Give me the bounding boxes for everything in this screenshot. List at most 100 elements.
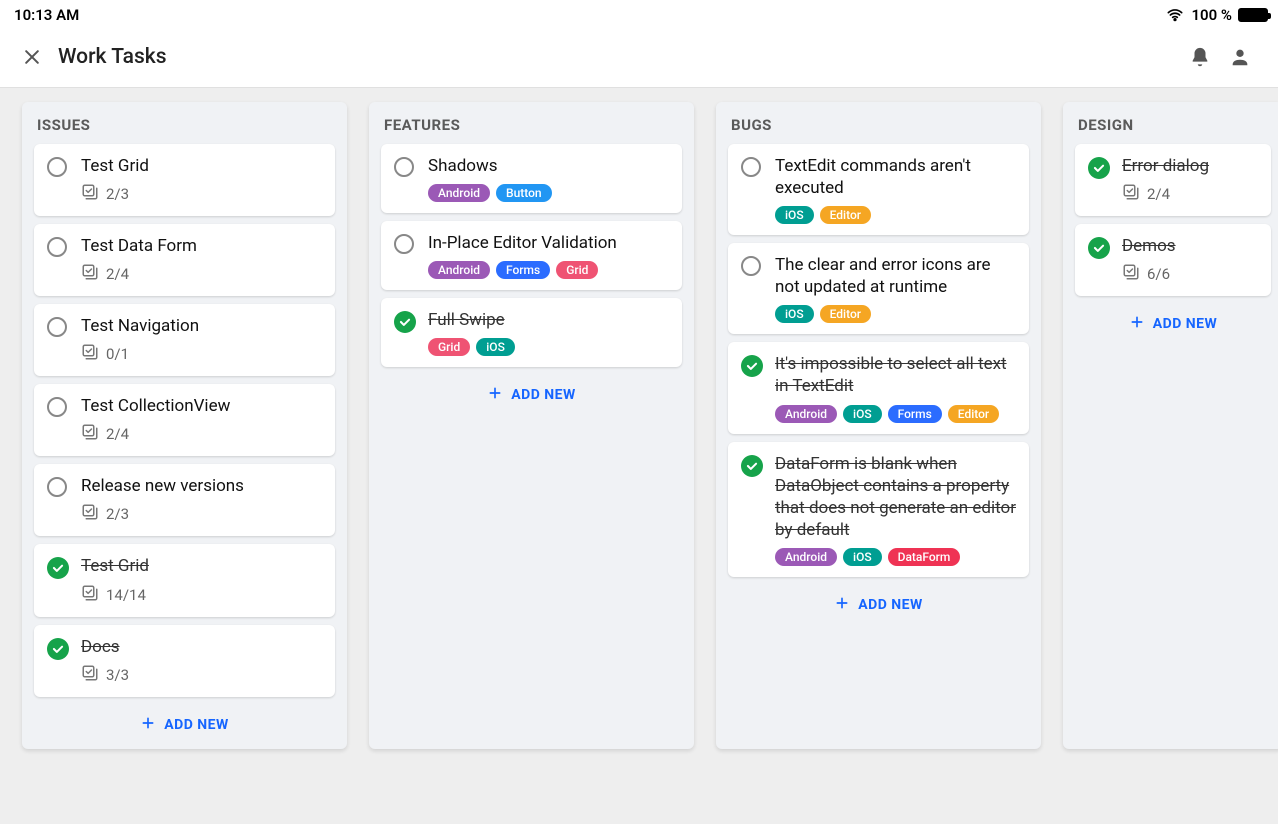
column-title: Design (1075, 116, 1271, 134)
account-button[interactable] (1220, 37, 1260, 77)
task-checkbox[interactable] (741, 355, 763, 377)
wifi-icon (1165, 7, 1185, 23)
check-open-icon (47, 317, 67, 337)
subtasks-count: 6/6 (1122, 263, 1258, 285)
task-card[interactable]: ShadowsAndroidButton (381, 144, 682, 213)
add-new-label: ADD NEW (511, 387, 576, 403)
task-card[interactable]: Error dialog2/4 (1075, 144, 1271, 216)
task-checkbox[interactable] (47, 397, 69, 419)
tag[interactable]: iOS (843, 405, 882, 423)
tag[interactable]: Forms (888, 405, 942, 423)
task-title: Test CollectionView (81, 395, 322, 417)
task-checkbox[interactable] (47, 638, 69, 660)
tag[interactable]: Android (428, 184, 490, 202)
task-body: It's impossible to select all text in Te… (775, 353, 1016, 422)
check-open-icon (741, 157, 761, 177)
column-title: Features (381, 116, 682, 134)
task-card[interactable]: Full SwipeGridiOS (381, 298, 682, 367)
task-checkbox[interactable] (47, 557, 69, 579)
task-checkbox[interactable] (394, 311, 416, 333)
add-new-button[interactable]: ADD NEW (34, 705, 335, 739)
tag[interactable]: iOS (476, 338, 515, 356)
task-body: Test Grid 14/14 (81, 555, 322, 605)
tag[interactable]: Android (775, 405, 837, 423)
task-card[interactable]: In-Place Editor ValidationAndroidFormsGr… (381, 221, 682, 290)
task-card[interactable]: Docs3/3 (34, 625, 335, 697)
battery-icon (1238, 8, 1268, 22)
tag[interactable]: DataForm (888, 548, 961, 566)
person-icon (1229, 46, 1251, 68)
tag[interactable]: iOS (775, 206, 814, 224)
task-body: Release new versions2/3 (81, 475, 322, 525)
add-new-button[interactable]: ADD NEW (1075, 304, 1271, 338)
task-card[interactable]: Test CollectionView 2/4 (34, 384, 335, 456)
check-open-icon (47, 237, 67, 257)
task-title: The clear and error icons are not update… (775, 254, 1016, 298)
check-open-icon (47, 477, 67, 497)
subtasks-value: 14/14 (106, 586, 146, 604)
subtasks-icon (81, 423, 99, 445)
plus-icon (487, 385, 503, 405)
bell-icon (1189, 46, 1211, 68)
tag[interactable]: Android (428, 261, 490, 279)
subtasks-count: 2/3 (81, 503, 322, 525)
task-checkbox[interactable] (741, 455, 763, 477)
task-body: Test Grid2/3 (81, 155, 322, 205)
notifications-button[interactable] (1180, 37, 1220, 77)
task-title: Test Navigation (81, 315, 322, 337)
task-card[interactable]: It's impossible to select all text in Te… (728, 342, 1029, 433)
subtasks-value: 3/3 (106, 666, 129, 684)
tag[interactable]: Grid (428, 338, 470, 356)
task-checkbox[interactable] (47, 477, 69, 499)
task-checkbox[interactable] (394, 157, 416, 179)
task-card[interactable]: Test Data Form 2/4 (34, 224, 335, 296)
task-card[interactable]: DataForm is blank when DataObject contai… (728, 442, 1029, 577)
check-done-icon (741, 355, 763, 377)
task-checkbox[interactable] (47, 157, 69, 179)
subtasks-icon (81, 584, 99, 606)
task-checkbox[interactable] (741, 256, 763, 278)
task-body: Demos6/6 (1122, 235, 1258, 285)
check-done-icon (394, 311, 416, 333)
task-checkbox[interactable] (47, 237, 69, 259)
subtasks-count: 3/3 (81, 664, 322, 686)
tag[interactable]: iOS (775, 305, 814, 323)
task-card[interactable]: TextEdit commands aren't executediOSEdit… (728, 144, 1029, 235)
tag[interactable]: Editor (948, 405, 999, 423)
task-checkbox[interactable] (741, 157, 763, 179)
tag[interactable]: Editor (820, 206, 871, 224)
tag[interactable]: Grid (556, 261, 598, 279)
subtasks-value: 2/4 (106, 265, 129, 283)
subtasks-icon (1122, 183, 1140, 205)
task-card[interactable]: Release new versions2/3 (34, 464, 335, 536)
add-new-button[interactable]: ADD NEW (381, 375, 682, 409)
close-icon (22, 47, 42, 67)
task-body: Docs3/3 (81, 636, 322, 686)
subtasks-count: 2/4 (1122, 183, 1258, 205)
add-new-button[interactable]: ADD NEW (728, 585, 1029, 619)
close-button[interactable] (18, 43, 46, 71)
tag[interactable]: Editor (820, 305, 871, 323)
tag[interactable]: Forms (496, 261, 550, 279)
task-card[interactable]: Test Grid2/3 (34, 144, 335, 216)
task-card[interactable]: Test Grid 14/14 (34, 544, 335, 616)
task-body: Test CollectionView 2/4 (81, 395, 322, 445)
tag[interactable]: Android (775, 548, 837, 566)
task-card[interactable]: The clear and error icons are not update… (728, 243, 1029, 334)
subtasks-icon (81, 664, 99, 686)
task-tags: iOS Editor (775, 206, 1016, 224)
task-checkbox[interactable] (1088, 237, 1110, 259)
subtasks-icon (1122, 263, 1140, 285)
tag[interactable]: iOS (843, 548, 882, 566)
task-body: ShadowsAndroidButton (428, 155, 669, 202)
kanban-board: IssuesTest Grid2/3Test Data Form2/4Test … (0, 88, 1278, 763)
task-checkbox[interactable] (1088, 157, 1110, 179)
subtasks-value: 2/4 (106, 425, 129, 443)
task-card[interactable]: Demos6/6 (1075, 224, 1271, 296)
task-title: Test Grid (81, 555, 322, 577)
tag[interactable]: Button (496, 184, 552, 202)
task-card[interactable]: Test Navigation0/1 (34, 304, 335, 376)
task-checkbox[interactable] (47, 317, 69, 339)
task-checkbox[interactable] (394, 234, 416, 256)
task-title: Test Data Form (81, 235, 322, 257)
